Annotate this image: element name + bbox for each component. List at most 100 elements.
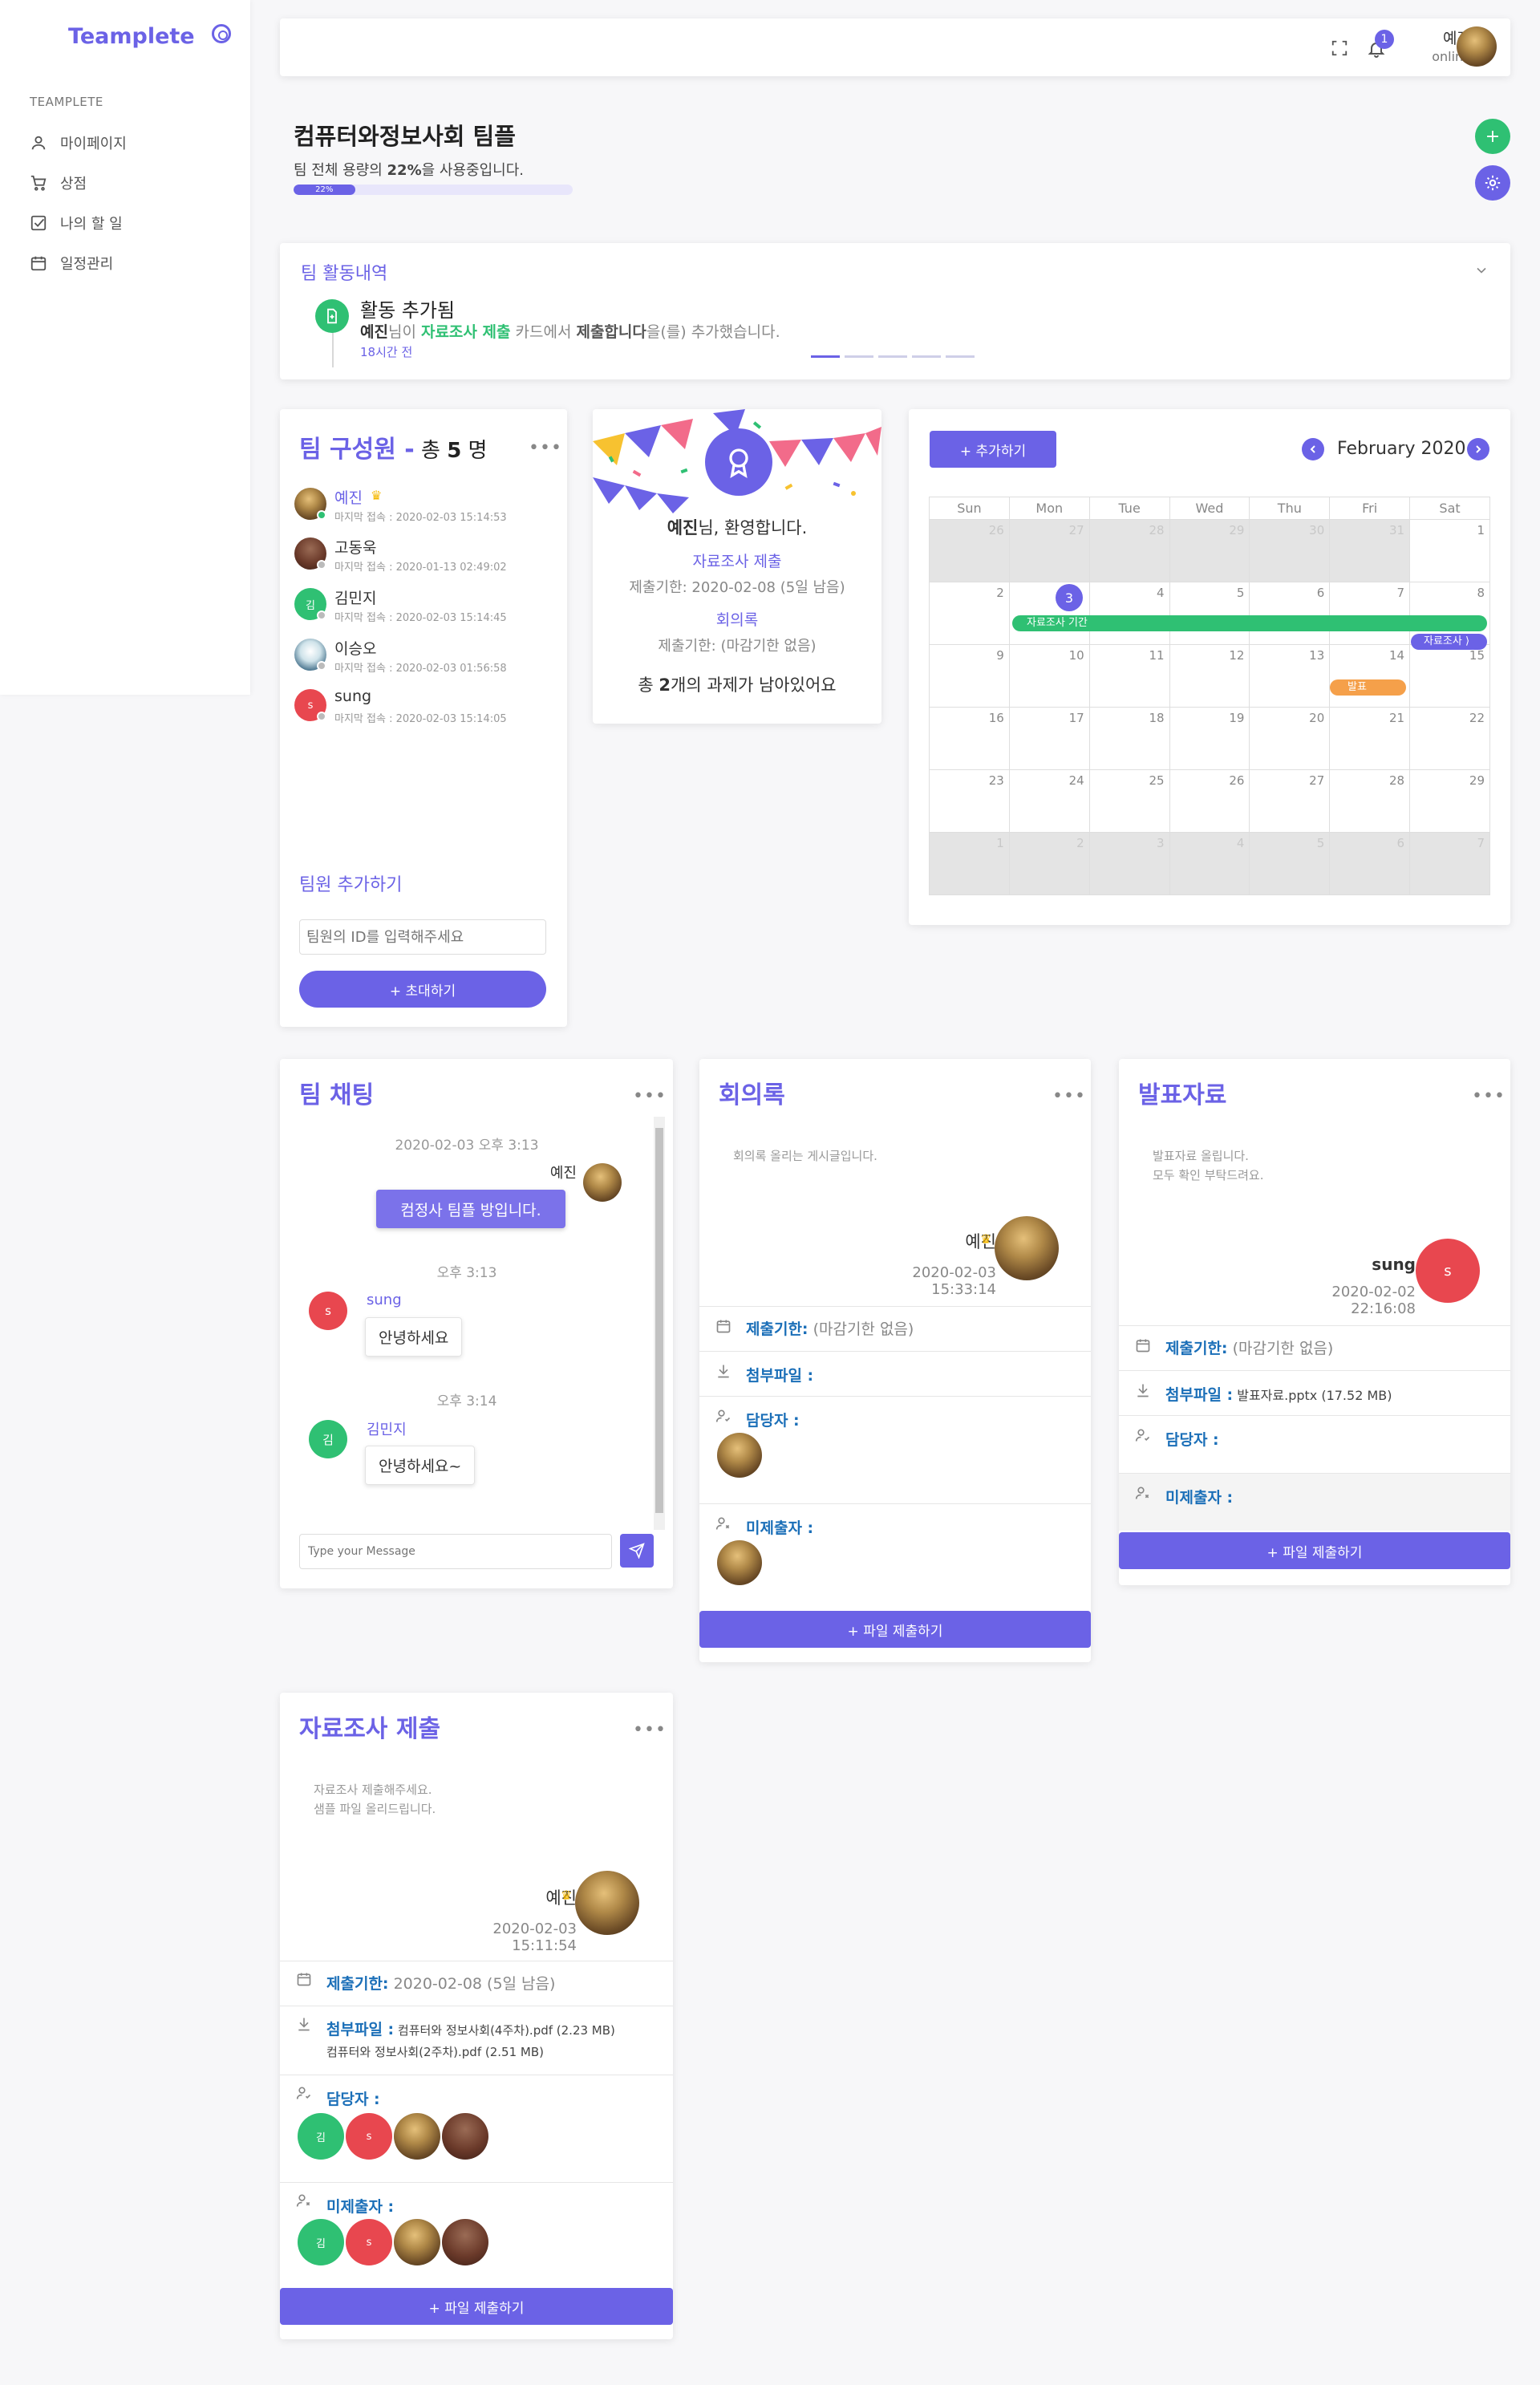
calendar-day[interactable]: 13: [1249, 644, 1331, 708]
assignee-avatar[interactable]: 김: [298, 2113, 344, 2160]
missing-avatar[interactable]: [442, 2219, 488, 2265]
missing-avatar[interactable]: 김: [298, 2219, 344, 2265]
calendar-day[interactable]: 14: [1329, 644, 1411, 708]
calendar-day[interactable]: 3: [1088, 832, 1170, 895]
calendar-day[interactable]: 28: [1088, 519, 1170, 582]
calendar-day[interactable]: 31: [1329, 519, 1411, 582]
calendar-day[interactable]: 9: [929, 644, 1010, 708]
invite-button[interactable]: + 초대하기: [299, 971, 546, 1008]
calendar-day[interactable]: 29: [1409, 769, 1490, 833]
assignee-avatar[interactable]: [394, 2113, 440, 2160]
missing-avatar[interactable]: s: [346, 2219, 392, 2265]
calendar-day[interactable]: 29: [1169, 519, 1250, 582]
calendar-day[interactable]: 20: [1249, 707, 1331, 770]
assignee-avatar[interactable]: [442, 2113, 488, 2160]
calendar-day[interactable]: 23: [929, 769, 1010, 833]
scrollbar-thumb[interactable]: [655, 1128, 663, 1513]
calendar-day[interactable]: 2: [929, 582, 1010, 645]
calendar-day[interactable]: 5: [1169, 582, 1250, 645]
member-name[interactable]: 고동욱: [334, 536, 376, 558]
calendar-day[interactable]: 27: [1249, 769, 1331, 833]
calendar-day[interactable]: 7: [1409, 832, 1490, 895]
calendar-day[interactable]: 15: [1409, 644, 1490, 708]
task-1-title[interactable]: 자료조사 제출: [593, 550, 881, 571]
calendar-day[interactable]: 17: [1008, 707, 1090, 770]
next-month-button[interactable]: [1467, 438, 1489, 460]
member-id-input[interactable]: [299, 919, 546, 955]
presentation-submit-button[interactable]: + 파일 제출하기: [1119, 1532, 1510, 1569]
task-2-title[interactable]: 회의록: [593, 608, 881, 630]
calendar-day[interactable]: 30: [1249, 519, 1331, 582]
event-research[interactable]: 자료조사 ⟩: [1411, 634, 1487, 650]
calendar-day[interactable]: 4: [1169, 832, 1250, 895]
calendar-day[interactable]: 26: [929, 519, 1010, 582]
more-icon[interactable]: •••: [633, 1722, 667, 1739]
calendar-day[interactable]: 22: [1409, 707, 1490, 770]
calendar-add-button[interactable]: + 추가하기: [930, 431, 1056, 468]
calendar-day[interactable]: 7: [1329, 582, 1411, 645]
page-dot[interactable]: [878, 355, 907, 358]
calendar-day[interactable]: 12: [1169, 644, 1250, 708]
attached-file[interactable]: 컴퓨터와 정보사회(4주차).pdf (2.23 MB): [394, 2023, 615, 2038]
activity-pagination[interactable]: [811, 355, 975, 358]
chevron-down-icon[interactable]: [1473, 262, 1489, 278]
event-presentation[interactable]: 발표: [1330, 679, 1406, 696]
brand-logo[interactable]: Teamplete: [68, 24, 195, 49]
sidebar-item-mypage[interactable]: 마이페이지: [30, 132, 127, 153]
activity-item[interactable]: 자료조사 제출: [421, 323, 511, 341]
target-icon[interactable]: [212, 24, 231, 43]
calendar-day[interactable]: 11: [1088, 644, 1170, 708]
missing-avatar[interactable]: [717, 1540, 762, 1585]
more-icon[interactable]: •••: [1052, 1088, 1086, 1105]
attached-file[interactable]: 발표자료.pptx (17.52 MB): [1233, 1388, 1392, 1403]
calendar-day[interactable]: 28: [1329, 769, 1411, 833]
missing-avatar[interactable]: [394, 2219, 440, 2265]
calendar-day[interactable]: 18: [1088, 707, 1170, 770]
calendar-day[interactable]: 19: [1169, 707, 1250, 770]
team-title: 컴퓨터와정보사회 팀플: [294, 123, 516, 150]
assignee-avatar[interactable]: s: [346, 2113, 392, 2160]
calendar-day[interactable]: 6: [1249, 582, 1331, 645]
more-icon[interactable]: •••: [1472, 1088, 1506, 1105]
calendar-day[interactable]: 5: [1249, 832, 1331, 895]
calendar-day[interactable]: 6: [1329, 832, 1411, 895]
calendar-day[interactable]: 10: [1008, 644, 1090, 708]
calendar-day[interactable]: 27: [1008, 519, 1090, 582]
member-name[interactable]: 이승오: [334, 637, 376, 659]
prev-month-button[interactable]: [1302, 438, 1324, 460]
calendar-day[interactable]: 1: [1409, 519, 1490, 582]
page-dot[interactable]: [912, 355, 941, 358]
page-dot[interactable]: [811, 355, 840, 358]
minutes-submit-button[interactable]: + 파일 제출하기: [699, 1611, 1091, 1648]
page-dot[interactable]: [946, 355, 975, 358]
calendar-day[interactable]: 26: [1169, 769, 1250, 833]
chat-scrollbar[interactable]: [654, 1117, 665, 1530]
assignee-avatar[interactable]: [717, 1433, 762, 1478]
chat-message-input[interactable]: [299, 1534, 612, 1569]
attached-file[interactable]: 컴퓨터와 정보사회(2주차).pdf (2.51 MB): [326, 2043, 544, 2060]
calendar-day[interactable]: 21: [1329, 707, 1411, 770]
member-name[interactable]: 김민지: [334, 586, 376, 608]
sidebar-item-schedule[interactable]: 일정관리: [30, 253, 113, 274]
calendar-day[interactable]: 1: [929, 832, 1010, 895]
calendar-day[interactable]: 4: [1088, 582, 1170, 645]
member-name[interactable]: sung: [334, 688, 371, 705]
header-avatar[interactable]: [1457, 26, 1497, 67]
sidebar-item-todo[interactable]: 나의 할 일: [30, 213, 123, 233]
today-marker[interactable]: 3: [1056, 584, 1083, 611]
more-icon[interactable]: •••: [633, 1088, 667, 1105]
calendar-day[interactable]: 25: [1088, 769, 1170, 833]
member-name[interactable]: 예진: [334, 486, 363, 508]
send-button[interactable]: [620, 1534, 654, 1568]
page-dot[interactable]: [845, 355, 873, 358]
more-icon[interactable]: •••: [529, 440, 562, 457]
event-research-period[interactable]: 자료조사 기간: [1012, 615, 1487, 631]
sidebar-item-shop[interactable]: 상점: [30, 172, 87, 193]
calendar-day[interactable]: 16: [929, 707, 1010, 770]
calendar-day[interactable]: 24: [1008, 769, 1090, 833]
research-submit-button[interactable]: + 파일 제출하기: [280, 2288, 673, 2325]
fullscreen-icon[interactable]: [1331, 39, 1348, 57]
settings-button[interactable]: [1475, 165, 1510, 201]
add-button[interactable]: +: [1475, 119, 1510, 154]
calendar-day[interactable]: 2: [1008, 832, 1090, 895]
